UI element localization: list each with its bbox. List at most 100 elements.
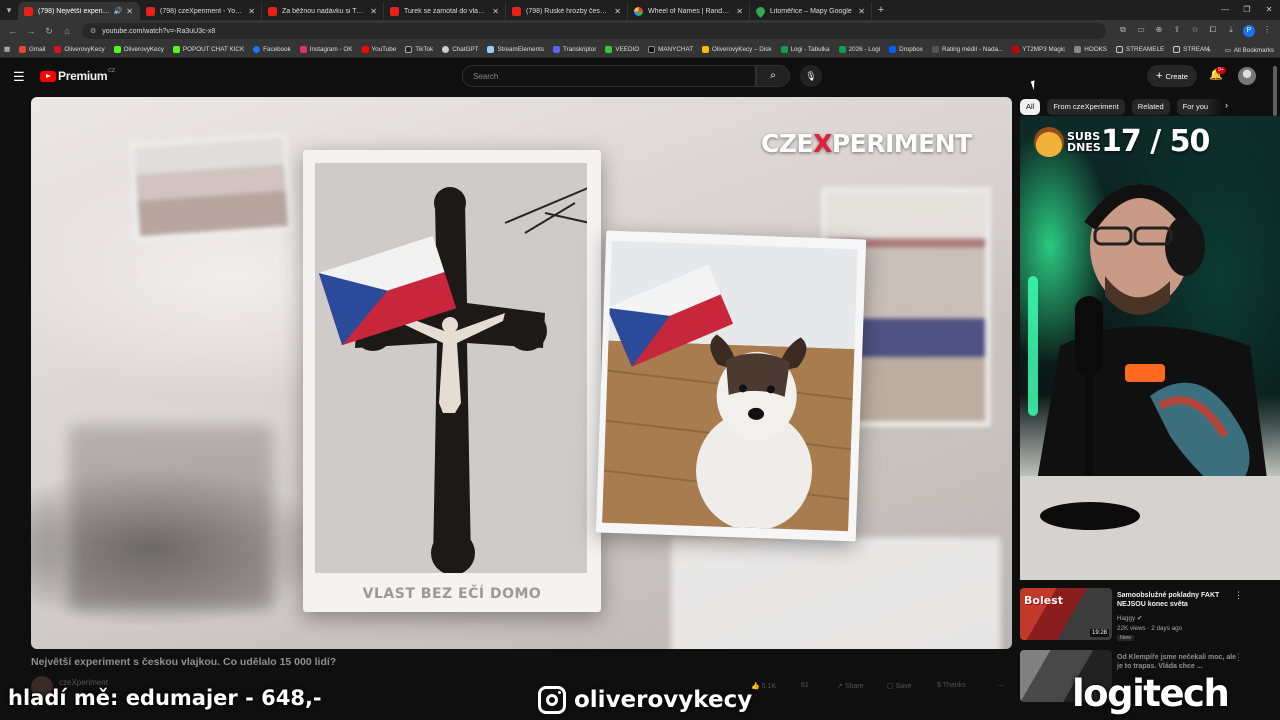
youtube-logo[interactable]: Premium CZ — [40, 68, 115, 83]
profile-icon[interactable]: P — [1243, 25, 1255, 37]
tab-search-icon[interactable]: ▾ — [0, 0, 18, 20]
toolbar-icons: ⧉ ▭ ⊕ ⇪ ☆ ⧠ ⤓ P ⋮ — [1114, 25, 1276, 37]
account-avatar[interactable] — [1238, 67, 1256, 85]
crucifix-image — [315, 163, 587, 573]
bookmark-item[interactable]: StreamElements — [487, 46, 544, 53]
bookmark-item[interactable]: 2026 - Logi — [838, 46, 880, 53]
reload-icon[interactable]: ↻ — [40, 26, 58, 37]
like-button[interactable]: 👍 5,1K — [751, 682, 776, 690]
bookmark-star-icon[interactable]: ☆ — [1186, 25, 1204, 37]
browser-tab[interactable]: Turek se zamotal do vlastních l✕ — [384, 2, 506, 20]
video-thumbnail[interactable]: Bolest 19:28 — [1020, 588, 1112, 640]
close-tab-icon[interactable]: ✕ — [614, 7, 621, 16]
bookmark-folder[interactable]: STREAMELE — [1116, 46, 1164, 53]
bookmark-item[interactable]: POPOUT CHAT KICK — [172, 46, 244, 53]
save-button[interactable]: ▢ Save — [887, 682, 912, 690]
instagram-overlay: oliverovykecy — [538, 686, 752, 714]
window-close-icon[interactable]: ✕ — [1258, 0, 1280, 20]
recommendation-channel[interactable]: Haggy ✔ — [1117, 615, 1142, 622]
bookmark-item[interactable]: Facebook — [253, 46, 291, 53]
close-tab-icon[interactable]: ✕ — [858, 7, 865, 16]
window-controls: — ❐ ✕ — [1214, 0, 1280, 20]
bookmark-item[interactable]: ChatGPT — [442, 46, 478, 53]
close-tab-icon[interactable]: ✕ — [736, 7, 743, 16]
home-icon[interactable]: ⌂ — [58, 26, 76, 36]
search-input[interactable]: Search — [462, 65, 756, 87]
bookmark-item[interactable]: Instagram - OK — [299, 46, 353, 53]
bookmark-item[interactable]: MANYCHAT — [648, 46, 693, 53]
bookmark-item[interactable]: TikTok — [405, 46, 433, 53]
browser-tab[interactable]: (798) Největší experiment s🔊✕ — [18, 2, 140, 20]
recommendation-title[interactable]: Samoobslužné pokladny FAKT NEJSOU konec … — [1117, 591, 1241, 609]
extensions-icon[interactable]: ⧠ — [1204, 25, 1222, 37]
chip-related[interactable]: Related — [1131, 99, 1170, 115]
browser-menu-icon[interactable]: ⋮ — [1258, 25, 1276, 37]
bookmark-item[interactable]: YouTube — [361, 46, 396, 53]
youtube-favicon-icon — [24, 6, 33, 16]
more-options-icon[interactable]: ⋮ — [1234, 590, 1243, 601]
chevron-right-icon[interactable]: » — [1207, 47, 1211, 54]
browser-tab[interactable]: Wheel of Names | Random nam✕ — [628, 2, 750, 20]
minimize-icon[interactable]: — — [1214, 0, 1236, 20]
dislike-button[interactable]: 61 — [801, 682, 809, 689]
folder-icon: ▭ — [1224, 46, 1231, 54]
url-text: youtube.com/watch?v=-Ra3uU3c-x8 — [102, 27, 216, 35]
chip-all[interactable]: All — [1020, 99, 1041, 115]
close-tab-icon[interactable]: ✕ — [126, 7, 133, 16]
page-scrollbar[interactable] — [1273, 66, 1277, 116]
bookmark-item[interactable]: Dropbox — [889, 46, 923, 53]
search-button[interactable]: ⌕ — [756, 65, 790, 87]
more-options-icon[interactable]: ⋮ — [1234, 652, 1243, 663]
bookmark-item[interactable]: Transkriptor — [553, 46, 596, 53]
microphone-icon: 🎙 — [805, 71, 817, 81]
close-tab-icon[interactable]: ✕ — [370, 7, 377, 16]
bookmark-item[interactable]: Rating médií - Nada... — [931, 46, 1003, 53]
recommendation-title[interactable]: Od Klempíře jsme nečekali moc, ale je to… — [1117, 653, 1241, 671]
blurred-background-photo — [671, 537, 1001, 649]
browser-tab[interactable]: Litoměřice – Mapy Google ✕ — [750, 2, 872, 20]
create-button[interactable]: + Create — [1147, 65, 1197, 87]
youtube-favicon-icon — [146, 6, 155, 16]
browser-tab[interactable]: (798) Ruské hrozby českým zbr✕ — [506, 2, 628, 20]
voice-search-button[interactable]: 🎙 — [800, 65, 822, 87]
download-icon[interactable]: ⤓ — [1222, 25, 1240, 37]
more-actions-icon[interactable]: ⋯ — [997, 682, 1004, 690]
site-info-icon[interactable]: ⚙ — [90, 27, 96, 35]
bookmark-item[interactable]: OliverovyKecy — [113, 46, 164, 53]
close-tab-icon[interactable]: ✕ — [248, 7, 255, 16]
video-player[interactable]: VLAST BEZ EČÍ DOMO CZEXPERIMENT — [31, 97, 1012, 649]
bookmark-folder[interactable]: STREAM — [1173, 46, 1209, 53]
forward-icon[interactable]: → — [22, 26, 40, 36]
bookmark-item[interactable]: Logi - Tabulka — [780, 46, 830, 53]
dog-photo — [595, 230, 867, 542]
all-bookmarks[interactable]: » ▭ All Bookmarks — [1207, 42, 1274, 57]
chevron-right-icon[interactable]: › — [1225, 100, 1228, 110]
share-button[interactable]: ↗ Share — [837, 682, 864, 690]
recommendation-item[interactable]: Bolest 19:28 Samoobslužné pokladny FAKT … — [1020, 588, 1260, 644]
browser-tab[interactable]: Za běžnou nadávku si Turek vy✕ — [262, 2, 384, 20]
zoom-icon[interactable]: ⊕ — [1150, 25, 1168, 37]
audio-playing-icon[interactable]: 🔊 — [114, 7, 123, 15]
bookmark-item[interactable]: OliverovyKecy — [54, 46, 105, 53]
new-tab-icon[interactable]: + — [872, 4, 890, 16]
hamburger-menu-icon[interactable]: ☰ — [13, 69, 25, 85]
bookmark-item[interactable]: Gmail — [18, 46, 45, 53]
bookmark-item[interactable]: OliverovyKecy – Disk — [702, 46, 772, 53]
cast-icon[interactable]: ▭ — [1132, 25, 1150, 37]
back-icon[interactable]: ← — [4, 26, 22, 36]
browser-tab[interactable]: (798) czeXperiment - YouTube✕ — [140, 2, 262, 20]
address-bar[interactable]: ⚙ youtube.com/watch?v=-Ra3uU3c-x8 — [82, 23, 1106, 39]
bookmark-item[interactable]: YT2MP3 Magic — [1012, 46, 1065, 53]
chip-for-you[interactable]: For you — [1176, 99, 1223, 115]
maximize-icon[interactable]: ❐ — [1236, 0, 1258, 20]
bookmark-item[interactable]: HOOKS — [1074, 46, 1107, 53]
thanks-button[interactable]: $ Thanks — [937, 682, 966, 689]
chip-from-channel[interactable]: From czeXperiment — [1047, 99, 1125, 115]
related-filter-chips: All From czeXperiment Related For you — [1020, 98, 1223, 116]
emoji-face-icon — [1034, 126, 1064, 157]
bookmark-item[interactable]: VEEDIO — [605, 46, 639, 53]
apps-grid-icon[interactable]: ▦ — [4, 46, 10, 53]
share-icon[interactable]: ⇪ — [1168, 25, 1186, 37]
copy-icon[interactable]: ⧉ — [1114, 25, 1132, 37]
close-tab-icon[interactable]: ✕ — [492, 7, 499, 16]
